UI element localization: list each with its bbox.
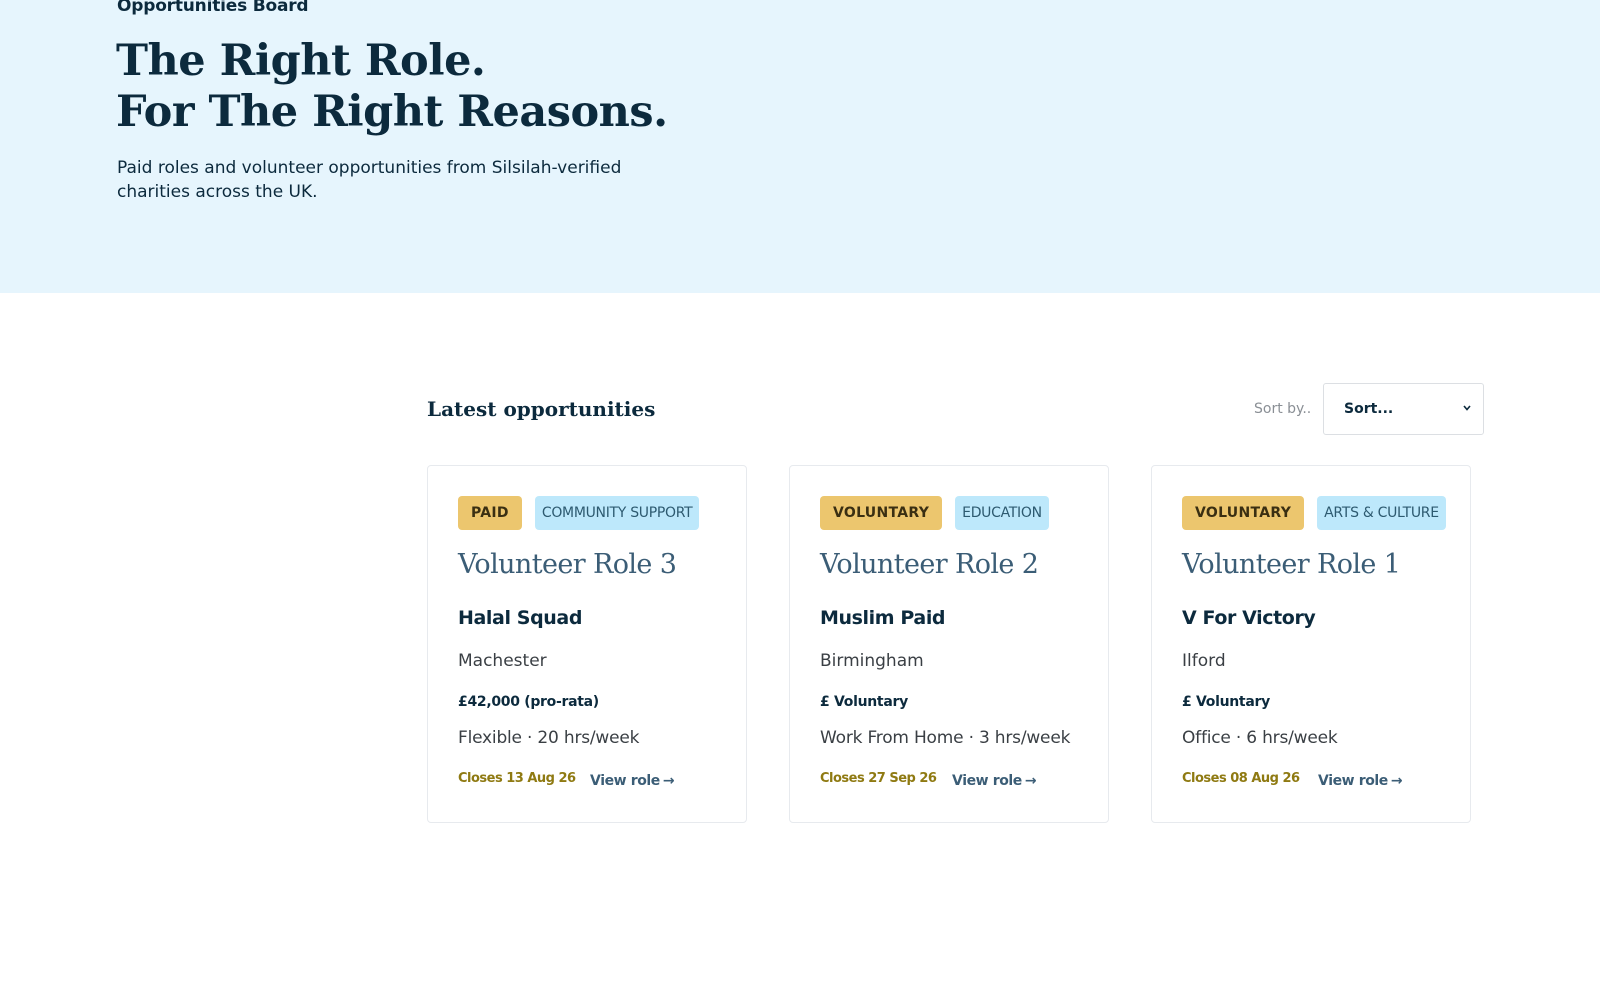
category-tag: ARTS & CULTURE xyxy=(1317,496,1446,530)
type-tag: PAID xyxy=(458,496,522,530)
location: Ilford xyxy=(1182,651,1226,671)
hero-banner: Opportunities Board The Right Role. For … xyxy=(0,0,1600,293)
arrow-right-icon: → xyxy=(1024,773,1037,789)
section-title: Latest opportunities xyxy=(427,397,656,421)
sort-select[interactable]: Sort... xyxy=(1323,383,1484,435)
closing-date: Closes 13 Aug 26 xyxy=(458,771,576,786)
page-title-line-2: For The Right Reasons. xyxy=(116,87,668,137)
sort-label: Sort by.. xyxy=(1254,401,1312,417)
category-tag: EDUCATION xyxy=(955,496,1049,530)
category-tag: COMMUNITY SUPPORT xyxy=(534,496,700,530)
pay: £ Voluntary xyxy=(820,694,908,710)
hours: Office · 6 hrs/week xyxy=(1182,728,1338,748)
hero-subtitle: Paid roles and volunteer opportunities f… xyxy=(117,158,622,202)
organisation-name: Halal Squad xyxy=(458,607,583,629)
role-title[interactable]: Volunteer Role 3 xyxy=(458,549,677,580)
pay: £ Voluntary xyxy=(1182,694,1270,710)
opportunity-card[interactable]: VOLUNTARY EDUCATION Volunteer Role 2 Mus… xyxy=(789,465,1109,823)
type-tag: VOLUNTARY xyxy=(820,496,943,530)
view-role-link[interactable]: View role → xyxy=(1318,773,1403,789)
opportunity-card[interactable]: PAID COMMUNITY SUPPORT Volunteer Role 3 … xyxy=(427,465,747,823)
pay: £42,000 (pro-rata) xyxy=(458,694,599,710)
role-title[interactable]: Volunteer Role 1 xyxy=(1182,549,1401,580)
card-tags: PAID COMMUNITY SUPPORT xyxy=(458,496,700,530)
page-title-line-1: The Right Role. xyxy=(116,36,486,86)
closing-date: Closes 27 Sep 26 xyxy=(820,771,937,786)
location: Birmingham xyxy=(820,651,924,671)
hours: Work From Home · 3 hrs/week xyxy=(820,728,1071,748)
opportunity-card[interactable]: VOLUNTARY ARTS & CULTURE Volunteer Role … xyxy=(1151,465,1471,823)
card-tags: VOLUNTARY ARTS & CULTURE xyxy=(1182,496,1446,530)
view-role-label: View role xyxy=(1318,773,1388,789)
arrow-right-icon: → xyxy=(662,773,675,789)
view-role-label: View role xyxy=(952,773,1022,789)
hours: Flexible · 20 hrs/week xyxy=(458,728,640,748)
page-title: The Right Role. For The Right Reasons. xyxy=(116,36,668,138)
closing-date: Closes 08 Aug 26 xyxy=(1182,771,1300,786)
location: Machester xyxy=(458,651,547,671)
organisation-name: Muslim Paid xyxy=(820,607,946,629)
hero-eyebrow: Opportunities Board xyxy=(117,0,309,16)
type-tag: VOLUNTARY xyxy=(1182,496,1305,530)
card-tags: VOLUNTARY EDUCATION xyxy=(820,496,1049,530)
role-title[interactable]: Volunteer Role 2 xyxy=(820,549,1039,580)
view-role-link[interactable]: View role → xyxy=(952,773,1037,789)
chevron-down-icon xyxy=(1463,405,1471,411)
organisation-name: V For Victory xyxy=(1182,607,1316,629)
view-role-label: View role xyxy=(590,773,660,789)
arrow-right-icon: → xyxy=(1390,773,1403,789)
sort-selected-value: Sort... xyxy=(1344,401,1394,417)
view-role-link[interactable]: View role → xyxy=(590,773,675,789)
